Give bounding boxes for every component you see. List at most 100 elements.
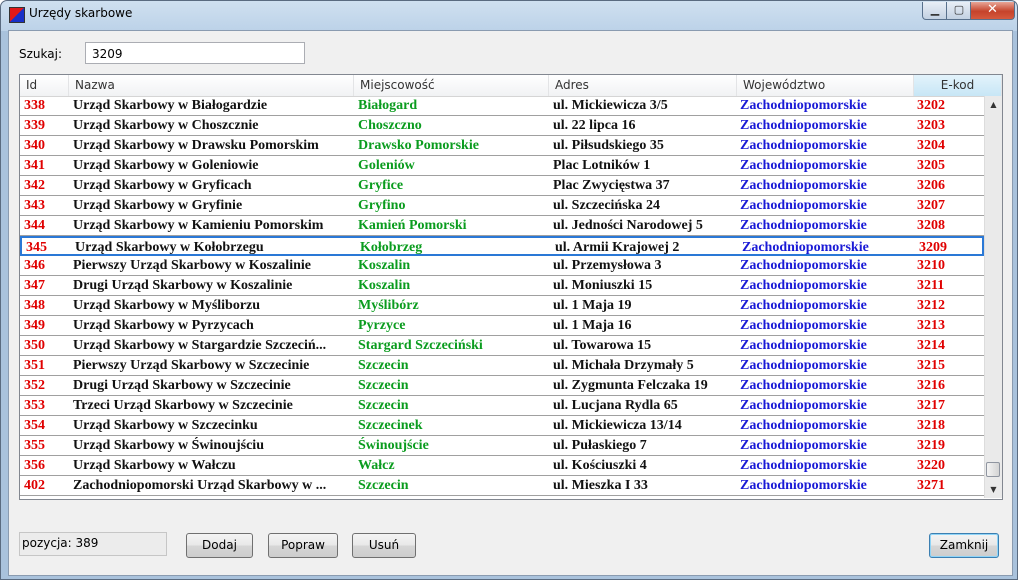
cell-adres: ul. 22 lipca 16 bbox=[553, 118, 636, 133]
cell-nazwa: Drugi Urząd Skarbowy w Szczecinie bbox=[73, 378, 291, 393]
cell-miejscowosc: Białogard bbox=[358, 98, 418, 113]
table-row[interactable]: 351 Pierwszy Urząd Skarbowy w Szczecinie S… bbox=[20, 356, 984, 376]
cell-ekod: 3220 bbox=[917, 458, 945, 473]
table-row[interactable]: 355 Urząd Skarbowy w Świnoujściu Świnoujśc… bbox=[20, 436, 984, 456]
cell-id: 343 bbox=[24, 198, 45, 213]
cell-ekod: 3214 bbox=[917, 338, 945, 353]
cell-wojewodztwo: Zachodniopomorskie bbox=[740, 218, 867, 233]
cell-wojewodztwo: Zachodniopomorskie bbox=[740, 458, 867, 473]
table-row[interactable]: 402 Zachodniopomorski Urząd Skarbowy w ..… bbox=[20, 476, 984, 496]
cell-id: 349 bbox=[24, 318, 45, 333]
title-bar[interactable]: Urzędy skarbowe ▁ ▢ ✕ bbox=[1, 1, 1017, 29]
cell-id: 348 bbox=[24, 298, 45, 313]
maximize-button[interactable]: ▢ bbox=[946, 2, 972, 20]
cell-nazwa: Urząd Skarbowy w Wałczu bbox=[73, 458, 236, 473]
close-window-button[interactable]: ✕ bbox=[970, 2, 1015, 20]
table-row[interactable]: 348 Urząd Skarbowy w Myśliborzu Myślibórz u… bbox=[20, 296, 984, 316]
table-row-selected[interactable]: 345 Urząd Skarbowy w Kołobrzegu Kołobrzeg u… bbox=[20, 236, 984, 256]
cell-adres: ul. Szczecińska 24 bbox=[553, 198, 660, 213]
cell-miejscowosc: Szczecin bbox=[358, 478, 409, 493]
cell-adres: ul. Mieszka I 33 bbox=[553, 478, 648, 493]
cell-id: 351 bbox=[24, 358, 45, 373]
cell-id: 346 bbox=[24, 258, 45, 273]
column-header-id[interactable]: Id bbox=[20, 75, 69, 96]
cell-nazwa: Urząd Skarbowy w Świnoujściu bbox=[73, 438, 264, 453]
minimize-button[interactable]: ▁ bbox=[922, 2, 948, 20]
cell-miejscowosc: Kamień Pomorski bbox=[358, 218, 467, 233]
scroll-down-arrow-icon[interactable]: ▼ bbox=[985, 481, 1002, 498]
close-button[interactable]: Zamknij bbox=[929, 533, 999, 558]
cell-wojewodztwo: Zachodniopomorskie bbox=[740, 358, 867, 373]
cell-adres: ul. 1 Maja 19 bbox=[553, 298, 632, 313]
cell-nazwa: Urząd Skarbowy w Myśliborzu bbox=[73, 298, 261, 313]
table-row[interactable]: 342 Urząd Skarbowy w Gryficach Gryfice Plac… bbox=[20, 176, 984, 196]
table-row[interactable]: 343 Urząd Skarbowy w Gryfinie Gryfino ul. S… bbox=[20, 196, 984, 216]
client-area: Szukaj: 3209 Id Nazwa Miejscowość Adres … bbox=[8, 30, 1013, 576]
cell-ekod: 3217 bbox=[917, 398, 945, 413]
table-row[interactable]: 341 Urząd Skarbowy w Goleniowie Goleniów Pl… bbox=[20, 156, 984, 176]
table-row[interactable]: 347 Drugi Urząd Skarbowy w Koszalinie Kosz… bbox=[20, 276, 984, 296]
vertical-scrollbar[interactable]: ▲ ▼ bbox=[984, 96, 1002, 498]
cell-adres: ul. Mickiewicza 3/5 bbox=[553, 98, 668, 113]
column-header-nazwa[interactable]: Nazwa bbox=[69, 75, 354, 96]
cell-ekod: 3211 bbox=[917, 278, 945, 293]
cell-ekod: 3207 bbox=[917, 198, 945, 213]
close-icon: ✕ bbox=[987, 2, 998, 17]
table-row[interactable]: 339 Urząd Skarbowy w Choszcznie Choszczno u… bbox=[20, 116, 984, 136]
cell-nazwa: Zachodniopomorski Urząd Skarbowy w ... bbox=[73, 478, 327, 493]
edit-button[interactable]: Popraw bbox=[268, 533, 338, 558]
cell-id: 354 bbox=[24, 418, 45, 433]
cell-nazwa: Urząd Skarbowy w Stargardzie Szczeciń... bbox=[73, 338, 327, 353]
cell-id: 345 bbox=[26, 240, 47, 255]
cell-ekod: 3205 bbox=[917, 158, 945, 173]
column-header-miejscowosc[interactable]: Miejscowość bbox=[354, 75, 549, 96]
cell-nazwa: Drugi Urząd Skarbowy w Koszalinie bbox=[73, 278, 293, 293]
cell-nazwa: Urząd Skarbowy w Pyrzycach bbox=[73, 318, 254, 333]
search-input[interactable]: 3209 bbox=[85, 42, 305, 64]
table-row[interactable]: 350 Urząd Skarbowy w Stargardzie Szczeciń… bbox=[20, 336, 984, 356]
cell-wojewodztwo: Zachodniopomorskie bbox=[740, 318, 867, 333]
scroll-thumb[interactable] bbox=[986, 462, 1000, 477]
cell-id: 344 bbox=[24, 218, 45, 233]
cell-miejscowosc: Goleniów bbox=[358, 158, 415, 173]
table-row[interactable]: 346 Pierwszy Urząd Skarbowy w Koszalinie K… bbox=[20, 256, 984, 276]
column-header-wojewodztwo[interactable]: Województwo bbox=[737, 75, 914, 96]
cell-ekod: 3216 bbox=[917, 378, 945, 393]
table-row[interactable]: 356 Urząd Skarbowy w Wałczu Wałcz ul. Kości… bbox=[20, 456, 984, 476]
cell-wojewodztwo: Zachodniopomorskie bbox=[742, 240, 869, 255]
table-row[interactable]: 352 Drugi Urząd Skarbowy w Szczecinie Szcz… bbox=[20, 376, 984, 396]
column-header-ekod[interactable]: E-kod bbox=[914, 75, 1002, 96]
delete-button[interactable]: Usuń bbox=[352, 533, 416, 558]
app-icon[interactable] bbox=[9, 7, 25, 23]
column-header-adres[interactable]: Adres bbox=[549, 75, 737, 96]
cell-nazwa: Pierwszy Urząd Skarbowy w Koszalinie bbox=[73, 258, 311, 273]
table-row[interactable]: 338 Urząd Skarbowy w Białogardzie Białogar… bbox=[20, 96, 984, 116]
cell-miejscowosc: Stargard Szczeciński bbox=[358, 338, 483, 353]
cell-id: 340 bbox=[24, 138, 45, 153]
cell-adres: ul. Pułaskiego 7 bbox=[553, 438, 647, 453]
cell-adres: ul. 1 Maja 16 bbox=[553, 318, 632, 333]
add-button[interactable]: Dodaj bbox=[186, 533, 253, 558]
scroll-up-arrow-icon[interactable]: ▲ bbox=[985, 96, 1002, 113]
table-row[interactable]: 353 Trzeci Urząd Skarbowy w Szczecinie Szc… bbox=[20, 396, 984, 416]
table-header: Id Nazwa Miejscowość Adres Województwo E… bbox=[20, 75, 1002, 97]
cell-miejscowosc: Świnoujście bbox=[358, 438, 429, 453]
cell-miejscowosc: Gryfino bbox=[358, 198, 406, 213]
cell-miejscowosc: Szczecin bbox=[358, 358, 409, 373]
cell-nazwa: Urząd Skarbowy w Białogardzie bbox=[73, 98, 268, 113]
cell-wojewodztwo: Zachodniopomorskie bbox=[740, 418, 867, 433]
table-row[interactable]: 349 Urząd Skarbowy w Pyrzycach Pyrzyce ul. … bbox=[20, 316, 984, 336]
table-row[interactable]: 344 Urząd Skarbowy w Kamieniu Pomorskim Ka… bbox=[20, 216, 984, 236]
cell-miejscowosc: Szczecin bbox=[358, 398, 409, 413]
cell-nazwa: Urząd Skarbowy w Choszcznie bbox=[73, 118, 259, 133]
table-row[interactable]: 340 Urząd Skarbowy w Drawsku Pomorskim Dra… bbox=[20, 136, 984, 156]
cell-miejscowosc: Szczecin bbox=[358, 378, 409, 393]
table-row[interactable]: 354 Urząd Skarbowy w Szczecinku Szczecinek… bbox=[20, 416, 984, 436]
cell-id: 402 bbox=[24, 478, 45, 493]
cell-wojewodztwo: Zachodniopomorskie bbox=[740, 158, 867, 173]
cell-id: 356 bbox=[24, 458, 45, 473]
cell-nazwa: Urząd Skarbowy w Drawsku Pomorskim bbox=[73, 138, 319, 153]
cell-nazwa: Urząd Skarbowy w Goleniowie bbox=[73, 158, 259, 173]
cell-wojewodztwo: Zachodniopomorskie bbox=[740, 118, 867, 133]
cell-wojewodztwo: Zachodniopomorskie bbox=[740, 378, 867, 393]
